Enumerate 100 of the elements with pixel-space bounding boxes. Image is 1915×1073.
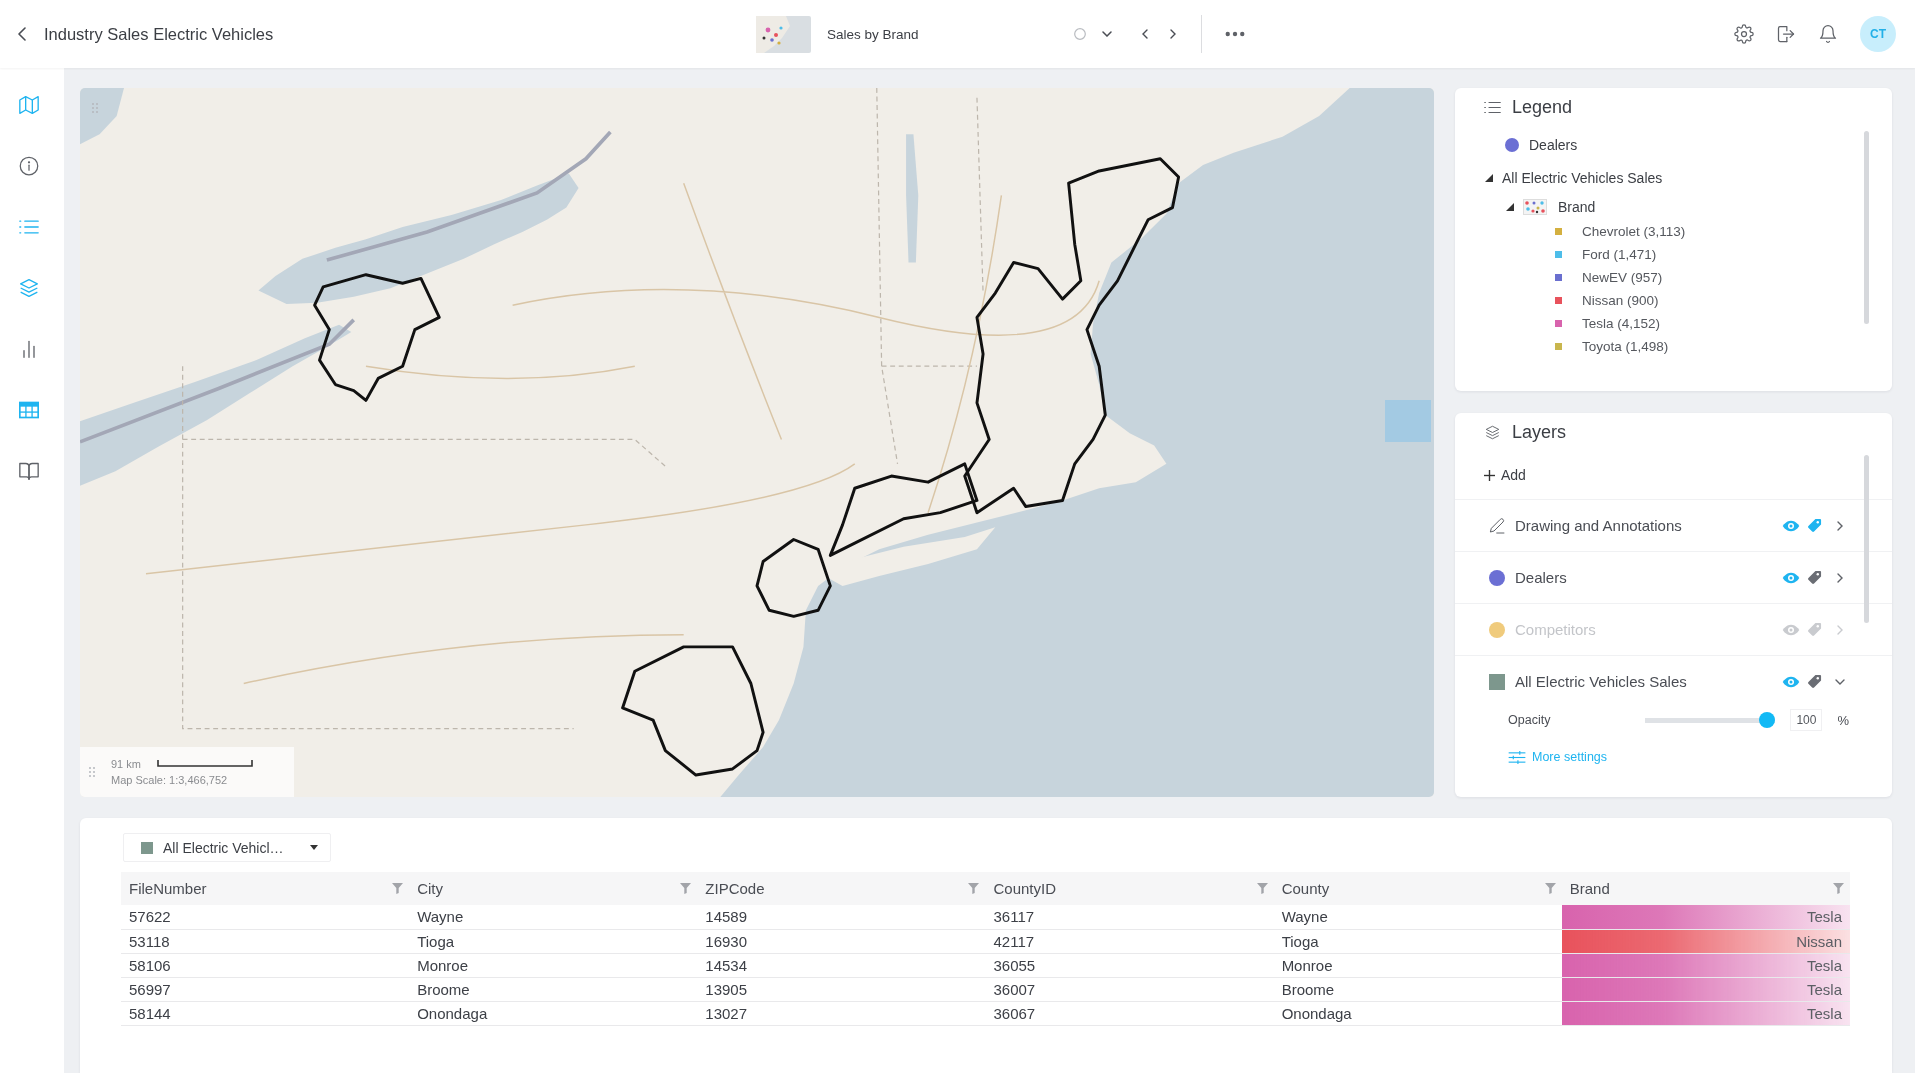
legend-label: Tesla (4,152) (1582, 316, 1661, 331)
layer-name[interactable]: Drawing and Annotations (1515, 517, 1682, 534)
table-cell: Onondaga (409, 1001, 698, 1025)
brand-cell: Nissan (1561, 929, 1850, 953)
eye-icon[interactable] (1782, 675, 1800, 688)
legend-label: Dealers (1529, 137, 1578, 153)
slider-thumb[interactable] (1759, 712, 1776, 728)
legend-group-label: All Electric Vehicles Sales (1502, 170, 1663, 186)
view-title: Sales by Brand (827, 26, 920, 42)
map-thumbnail[interactable] (756, 15, 811, 53)
more-icon[interactable] (1225, 31, 1245, 37)
legend-label: Toyota (1,498) (1582, 339, 1669, 354)
table-cell: Wayne (1273, 905, 1562, 929)
layer-name[interactable]: All Electric Vehicles Sales (1515, 673, 1687, 690)
eye-icon[interactable] (1782, 571, 1800, 584)
notifications-icon[interactable] (1818, 24, 1838, 44)
scale-distance: 91 km (111, 758, 141, 770)
layer-name[interactable]: Dealers (1515, 569, 1567, 586)
table-cell: 13027 (697, 1001, 986, 1025)
chevron-left-icon[interactable] (1142, 29, 1148, 39)
dot-pattern-icon (1523, 199, 1547, 215)
table-cell: 36055 (985, 953, 1274, 977)
brand-cell: Tesla (1561, 905, 1850, 929)
table-cell: 53118 (121, 929, 410, 953)
circle-icon[interactable] (1074, 28, 1086, 40)
filter-icon[interactable] (1256, 883, 1268, 894)
chevron-right-icon[interactable] (1835, 572, 1845, 583)
table-cell: Monroe (1273, 953, 1562, 977)
drag-handle-icon[interactable] (91, 102, 99, 114)
map-scale-label: Map Scale: 1:3,466,752 (111, 774, 229, 786)
eye-icon[interactable] (1782, 519, 1800, 532)
filter-icon[interactable] (680, 883, 692, 894)
column-header[interactable]: Brand (1569, 880, 1610, 897)
column-header[interactable]: County (1281, 880, 1330, 897)
drag-handle-icon[interactable] (88, 766, 96, 778)
tag-icon[interactable] (1807, 570, 1822, 585)
table-icon[interactable] (19, 400, 39, 420)
tag-icon[interactable] (1807, 674, 1822, 689)
layers-icon[interactable] (19, 278, 39, 298)
map-icon[interactable] (19, 95, 39, 115)
eye-icon[interactable] (1782, 623, 1800, 636)
layers-icon (1484, 424, 1501, 440)
info-icon[interactable] (19, 156, 39, 176)
filter-icon[interactable] (392, 883, 404, 894)
tag-icon[interactable] (1807, 518, 1822, 533)
table-cell: Broome (1273, 977, 1562, 1001)
legend-label: NewEV (957) (1582, 270, 1663, 285)
table-cell: 14534 (697, 953, 986, 977)
table-cell: 56997 (121, 977, 410, 1001)
caret-down-icon (310, 845, 318, 850)
pencil-icon (1489, 517, 1505, 534)
plus-icon (1484, 469, 1495, 481)
table-cell: 14589 (697, 905, 986, 929)
table-cell: 13905 (697, 977, 986, 1001)
column-header[interactable]: City (417, 880, 443, 897)
add-layer-button[interactable]: Add (1484, 467, 1526, 483)
table-cell: Wayne (409, 905, 698, 929)
book-icon[interactable] (19, 461, 39, 481)
legend-label: Ford (1,471) (1582, 247, 1657, 262)
legend-theme-label: Brand (1558, 199, 1596, 215)
table-cell: 36007 (985, 977, 1274, 1001)
table-cell: 36067 (985, 1001, 1274, 1025)
table-cell: Broome (409, 977, 698, 1001)
chevron-down-icon[interactable] (1102, 31, 1112, 37)
scrollbar[interactable] (1864, 131, 1869, 324)
table-cell: 16930 (697, 929, 986, 953)
brand-cell: Tesla (1561, 977, 1850, 1001)
table-cell: 42117 (985, 929, 1274, 953)
table-cell: Onondaga (1273, 1001, 1562, 1025)
table-cell: 58106 (121, 953, 410, 977)
table-cell: Tioga (1273, 929, 1562, 953)
layer-select[interactable]: All Electric Vehicl… (123, 833, 331, 862)
opacity-label: Opacity (1508, 713, 1551, 727)
percent-label: % (1837, 712, 1849, 728)
table-cell: Tioga (409, 929, 698, 953)
column-header[interactable]: FileNumber (129, 880, 207, 897)
brand-cell: Tesla (1561, 953, 1850, 977)
caret-icon[interactable] (1506, 203, 1514, 211)
legend-label: Nissan (900) (1582, 293, 1659, 308)
map-view[interactable]: 91 km Map Scale: 1:3,466,752 (80, 88, 1434, 797)
caret-icon[interactable] (1485, 174, 1493, 182)
dashboard-title: Industry Sales Electric Vehicles (44, 24, 274, 44)
back-icon[interactable] (18, 27, 26, 41)
filter-icon[interactable] (1833, 883, 1844, 894)
settings-icon[interactable] (1734, 24, 1754, 44)
panel-title: Layers (1512, 421, 1567, 443)
chevron-right-icon[interactable] (1170, 29, 1176, 39)
map-side-toggle[interactable] (1385, 400, 1431, 442)
scrollbar[interactable] (1864, 455, 1869, 623)
filter-icon[interactable] (968, 883, 980, 894)
filter-icon[interactable] (1544, 883, 1556, 894)
sliders-icon (1508, 750, 1526, 764)
panel-title: Legend (1512, 96, 1573, 118)
exit-icon[interactable] (1776, 24, 1796, 44)
column-header[interactable]: CountyID (993, 880, 1056, 897)
list-icon (1484, 99, 1501, 115)
chevron-right-icon[interactable] (1835, 520, 1845, 531)
column-header[interactable]: ZIPCode (705, 880, 765, 897)
brand-cell: Tesla (1561, 1001, 1850, 1025)
opacity-input[interactable]: 100 (1790, 709, 1823, 731)
